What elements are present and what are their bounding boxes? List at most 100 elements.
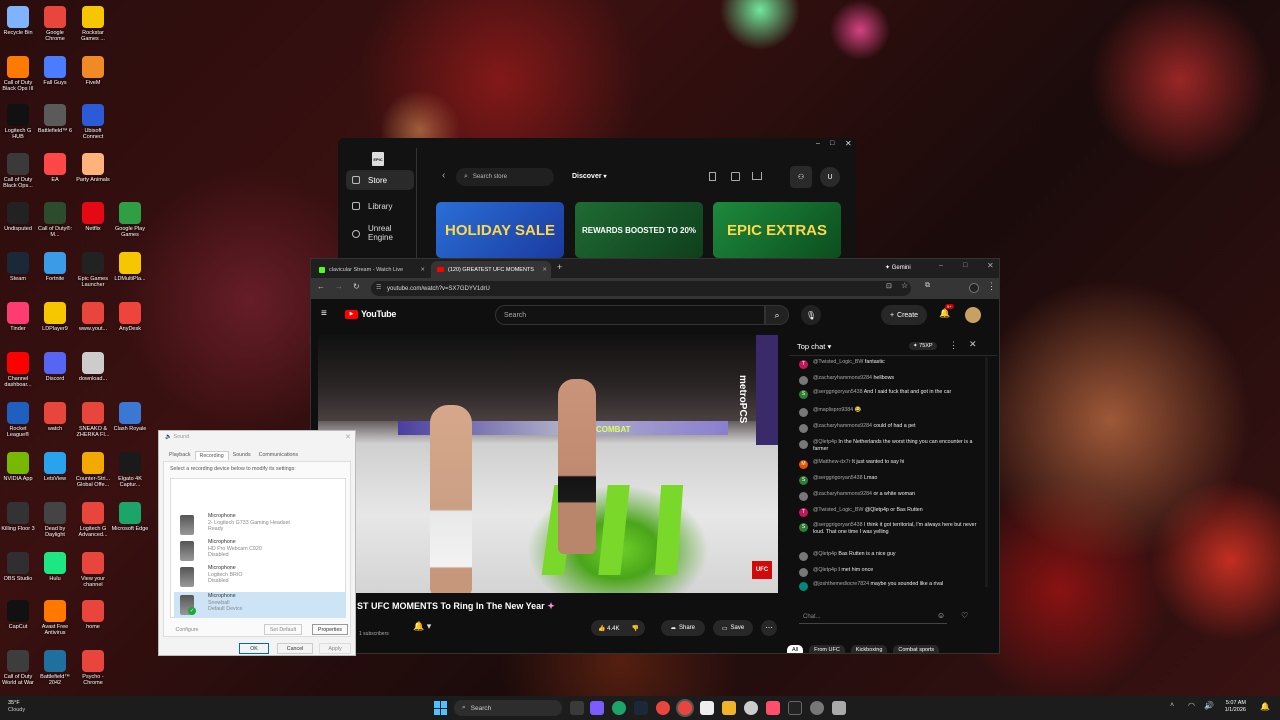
notification-toggle-icon[interactable]: 🔔 ▾ <box>413 621 431 632</box>
desktop-icon[interactable]: LDMultiPla... <box>111 252 149 282</box>
tab-playback[interactable]: Playback <box>165 451 195 460</box>
gift-icon[interactable] <box>731 172 740 181</box>
edge-icon[interactable] <box>612 701 626 715</box>
chat-message[interactable]: @zacharyhammons9284 could of had a pet <box>799 423 977 433</box>
chat-message[interactable]: @Qletp4p I met him once <box>799 567 977 577</box>
chat-message[interactable]: M @Matthew-dx7r It just wanted to say hi <box>799 459 977 469</box>
desktop-icon[interactable]: Call of Duty Black Ops... <box>0 153 37 190</box>
cart-icon[interactable] <box>752 172 762 180</box>
chat-input[interactable]: Chat... <box>799 610 947 624</box>
desktop-icon[interactable]: download... <box>74 352 112 382</box>
banner-holiday-sale[interactable]: HOLIDAY SALE <box>436 202 564 258</box>
epic-search[interactable]: ⌕ Search store <box>456 168 554 186</box>
desktop-icon[interactable]: Undisputed <box>0 202 37 232</box>
chat-menu-icon[interactable]: ⋮ <box>949 340 958 351</box>
more-actions-icon[interactable]: ⋯ <box>761 620 777 636</box>
reload-icon[interactable]: ↻ <box>353 282 360 291</box>
chat-username[interactable]: @Matthew-dx7r <box>813 459 850 465</box>
minimize-icon[interactable]: – <box>816 140 820 147</box>
microphone-icon[interactable]: 🎙 <box>801 305 821 325</box>
chat-message[interactable]: @joshthemediocre7824 maybe you sounded l… <box>799 581 977 591</box>
set-default-button[interactable]: Set Default <box>264 624 302 635</box>
chat-username[interactable]: @Qletp4p <box>813 551 837 557</box>
chat-message[interactable]: S @serggrigoryan5438 And I said fuck that… <box>799 389 977 399</box>
settings-gear-icon[interactable] <box>744 701 758 715</box>
recording-device[interactable]: Microphone Logitech BRIO Disabled <box>174 564 346 590</box>
desktop-icon[interactable]: Party Animals <box>74 153 112 183</box>
chat-message[interactable]: T @Twisted_Logic_BW @Qletp4p or Bas Rutte… <box>799 507 977 517</box>
steam-taskbar-icon[interactable] <box>634 701 648 715</box>
chat-username[interactable]: @maplispro9384 <box>813 407 853 413</box>
desktop-icon[interactable]: Recycle Bin <box>0 6 37 36</box>
ok-button[interactable]: OK <box>239 643 269 654</box>
chat-message[interactable]: @maplispro9384 😂 <box>799 407 977 417</box>
epic-nav-store[interactable]: Store <box>346 170 414 190</box>
desktop-icon[interactable]: Logitech G HUB <box>0 104 37 141</box>
dislike-button[interactable]: 👎 <box>632 625 645 632</box>
desktop-icon[interactable]: LetsView <box>36 452 74 482</box>
apply-button[interactable]: Apply <box>319 643 351 654</box>
clock[interactable]: 5:07 AM 1/1/2026 <box>1220 700 1246 714</box>
chat-message[interactable]: @zacharyhammons9284 hellbows <box>799 375 977 385</box>
chat-message[interactable]: S @serggrigoryan5438 Lmao <box>799 475 977 485</box>
wifi-icon[interactable]: ◠ <box>1188 701 1195 710</box>
wishlist-icon[interactable] <box>709 172 716 181</box>
desktop-icon[interactable]: www.yout... <box>74 302 112 332</box>
obs-taskbar-icon[interactable] <box>810 701 824 715</box>
banner-epic-extras[interactable]: EPIC EXTRAS <box>713 202 841 258</box>
chat-username[interactable]: @Twisted_Logic_BW <box>813 507 863 513</box>
epic-taskbar-icon[interactable] <box>788 701 802 715</box>
store-taskbar-icon[interactable] <box>700 701 714 715</box>
desktop-icon[interactable]: LDPlayer9 <box>36 302 74 332</box>
cancel-button[interactable]: Cancel <box>277 643 313 654</box>
chat-username[interactable]: @serggrigoryan5438 <box>813 389 863 395</box>
desktop-icon[interactable]: Psycho - Chrome <box>74 650 112 687</box>
chat-username[interactable]: @zacharyhammons9284 <box>813 375 872 381</box>
epic-logo[interactable]: EPIC <box>372 152 384 166</box>
banner-rewards[interactable]: REWARDS BOOSTED TO 20% <box>575 202 703 258</box>
desktop-icon[interactable]: Rockstar Games ... <box>74 6 112 43</box>
filter-chip[interactable]: From UFC <box>809 645 845 653</box>
volume-icon[interactable]: 🔊 <box>1204 701 1214 710</box>
configure-button[interactable]: Configure <box>172 624 202 635</box>
chat-message[interactable]: @zacharyhammons9284 or a white woman <box>799 491 977 501</box>
maximize-icon[interactable]: □ <box>963 262 967 269</box>
desktop-icon[interactable]: Microsoft Edge <box>111 502 149 532</box>
close-icon[interactable]: ✕ <box>845 139 852 148</box>
recording-device[interactable]: Microphone 2- Logitech G733 Gaming Headse… <box>174 512 346 538</box>
chrome-active-taskbar-icon[interactable] <box>678 701 692 715</box>
tab-close-icon[interactable]: ✕ <box>542 267 547 273</box>
logitech-taskbar-icon[interactable] <box>832 701 846 715</box>
create-button[interactable]: + Create <box>881 305 927 325</box>
desktop-icon[interactable]: CapCut <box>0 600 37 630</box>
notifications-bell-icon[interactable]: 🔔 <box>939 308 950 319</box>
close-chat-icon[interactable]: ✕ <box>969 339 977 350</box>
chat-message[interactable]: @Qletp4p In the Netherlands the worst th… <box>799 439 977 453</box>
bookmark-star-icon[interactable]: ☆ <box>901 281 908 290</box>
desktop-icon[interactable]: Hulu <box>36 552 74 582</box>
friends-icon[interactable]: ⚇ <box>790 166 812 188</box>
desktop-icon[interactable]: Avast Free Antivirus <box>36 600 74 637</box>
chat-message[interactable]: S @serggrigoryan5438 I think it got terri… <box>799 522 977 536</box>
maximize-icon[interactable]: □ <box>830 140 834 147</box>
search-icon[interactable]: ⌕ <box>765 305 789 325</box>
chat-scrollbar[interactable] <box>985 357 988 587</box>
close-icon[interactable]: ✕ <box>987 261 994 270</box>
video-player[interactable]: COMBAT metroPCS UFC <box>318 335 778 593</box>
desktop-icon[interactable]: Google Chrome <box>36 6 74 43</box>
channel-points-badge[interactable]: ✦ 75XP <box>909 342 937 350</box>
youtube-logo[interactable]: ▶ YouTube <box>345 309 396 319</box>
desktop-icon[interactable]: Steam <box>0 252 37 282</box>
desktop-icon[interactable]: View your channel <box>74 552 112 589</box>
new-tab-icon[interactable]: + <box>557 262 562 272</box>
music-app-icon[interactable] <box>766 701 780 715</box>
desktop-icon[interactable]: Channel dashboar... <box>0 352 37 389</box>
desktop-icon[interactable]: Tinder <box>0 302 37 332</box>
gemini-button[interactable]: ✦ Gemini <box>885 264 911 271</box>
desktop-icon[interactable]: NVIDIA App <box>0 452 37 482</box>
desktop-icon[interactable]: Fall Guys <box>36 56 74 86</box>
recording-device[interactable]: ✓ Microphone Snowball Default Device <box>174 592 346 618</box>
chrome-menu-icon[interactable]: ⋮ <box>987 281 996 292</box>
chat-username[interactable]: @zacharyhammons9284 <box>813 423 872 429</box>
minimize-icon[interactable]: – <box>939 262 943 269</box>
